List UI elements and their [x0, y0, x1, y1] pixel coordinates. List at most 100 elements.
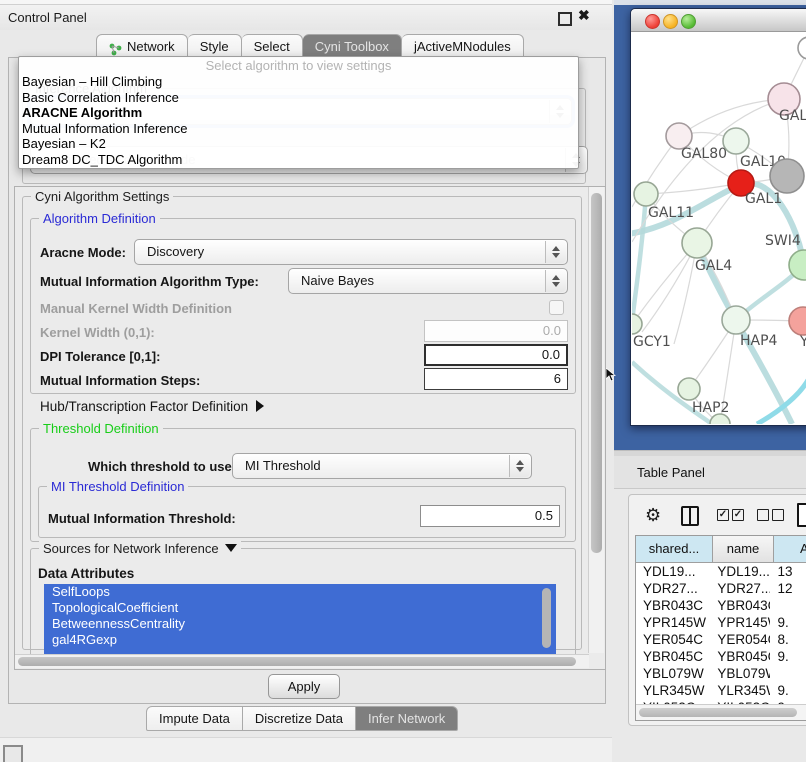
table-row[interactable]: YLR345WYLR345W9.: [636, 682, 806, 699]
node-label: GAL1: [745, 191, 782, 207]
table-row[interactable]: YBR043CYBR043C: [636, 597, 806, 614]
table-cell[interactable]: YBR043C: [710, 597, 770, 614]
tab-discretize-data[interactable]: Discretize Data: [243, 706, 356, 731]
network-window-titlebar[interactable]: [631, 9, 806, 32]
table-cell[interactable]: YDL19...: [636, 563, 710, 580]
settings-vertical-scrollbar[interactable]: [588, 187, 604, 653]
table-cell[interactable]: YLR345W: [710, 682, 770, 699]
settings-horizontal-scrollbar[interactable]: [15, 654, 589, 668]
table-cell[interactable]: 13: [770, 563, 806, 580]
aracne-mode-combo[interactable]: Discovery: [134, 239, 568, 265]
table-cell[interactable]: YER054C: [636, 631, 710, 648]
checked-box-icon[interactable]: ✓: [717, 509, 729, 521]
attribute-list-item[interactable]: gal4RGexp: [44, 632, 556, 648]
network-node[interactable]: [682, 228, 712, 258]
apply-button[interactable]: Apply: [268, 674, 340, 699]
which-threshold-label: Which threshold to use:: [88, 459, 236, 474]
table-cell[interactable]: YLR345W: [636, 682, 710, 699]
column-header-clipped[interactable]: A: [774, 536, 806, 562]
attribute-list-item[interactable]: SelfLoops: [44, 584, 556, 600]
sources-group-title[interactable]: Sources for Network Inference: [39, 541, 241, 556]
table-cell[interactable]: YBR045C: [710, 648, 770, 665]
attribute-list-item[interactable]: TopologicalCoefficient: [44, 600, 556, 616]
scrollbar-thumb[interactable]: [591, 193, 602, 553]
table-row[interactable]: YBL079WYBL079W: [636, 665, 806, 682]
table-row[interactable]: YPR145WYPR145W9.: [636, 614, 806, 631]
window-minimize-button[interactable]: [663, 14, 678, 29]
node-label: HAP4: [740, 333, 778, 349]
network-node[interactable]: [632, 314, 642, 334]
algorithm-option[interactable]: Mutual Information Inference: [19, 121, 578, 137]
document-icon[interactable]: [797, 503, 806, 527]
table-row[interactable]: YER054CYER054C8.: [636, 631, 806, 648]
table-cell[interactable]: 9.: [770, 648, 806, 665]
table-cell[interactable]: YDR27...: [710, 580, 770, 597]
which-threshold-combo[interactable]: MI Threshold: [232, 453, 532, 479]
column-header-name[interactable]: name: [713, 536, 774, 562]
unchecked-box-icon[interactable]: [772, 509, 784, 521]
table-cell[interactable]: YBR045C: [636, 648, 710, 665]
table-body[interactable]: YDL19...YDL19...13YDR27...YDR27...12YBR0…: [636, 563, 806, 705]
mi-steps-field[interactable]: 6: [424, 368, 568, 390]
dpi-tolerance-field[interactable]: 0.0: [424, 344, 568, 366]
tab-infer-network[interactable]: Infer Network: [356, 706, 458, 731]
attribute-list-scrollbar[interactable]: [542, 588, 551, 648]
data-attributes-list[interactable]: SelfLoopsTopologicalCoefficientBetweenne…: [44, 584, 556, 654]
minimized-panel-icon[interactable]: [3, 745, 23, 762]
network-node[interactable]: [722, 306, 750, 334]
table-cell[interactable]: YDR27...: [636, 580, 710, 597]
scrollbar-thumb[interactable]: [18, 657, 576, 666]
split-panes-icon[interactable]: [681, 506, 699, 526]
combo-arrows-icon: [545, 241, 566, 263]
window-zoom-button[interactable]: [681, 14, 696, 29]
table-cell[interactable]: [770, 665, 806, 682]
manual-kernel-checkbox[interactable]: [549, 300, 564, 315]
network-node[interactable]: [798, 37, 806, 59]
table-row[interactable]: YDR27...YDR27...12: [636, 580, 806, 597]
screen: Control Panel ✖ Network Style Select Cyn…: [0, 0, 806, 762]
table-row[interactable]: YDL19...YDL19...13: [636, 563, 806, 580]
algorithm-option[interactable]: Dream8 DC_TDC Algorithm: [19, 152, 578, 168]
network-node[interactable]: [770, 159, 804, 193]
close-icon[interactable]: ✖: [578, 7, 590, 24]
network-node[interactable]: [723, 128, 749, 154]
float-window-icon[interactable]: [558, 12, 572, 26]
algorithm-option[interactable]: Bayesian – K2: [19, 136, 578, 152]
algorithm-option[interactable]: Basic Correlation Inference: [19, 90, 578, 106]
unchecked-box-icon[interactable]: [757, 509, 769, 521]
hub-definition-expander[interactable]: Hub/Transcription Factor Definition: [40, 399, 264, 414]
network-node[interactable]: [789, 307, 806, 335]
table-cell[interactable]: 8.: [770, 631, 806, 648]
table-cell[interactable]: YPR145W: [636, 614, 710, 631]
table-cell[interactable]: 9.: [770, 614, 806, 631]
data-attributes-label: Data Attributes: [38, 566, 134, 581]
window-close-button[interactable]: [645, 14, 660, 29]
network-node[interactable]: [634, 182, 658, 206]
tab-impute-data[interactable]: Impute Data: [146, 706, 243, 731]
table-row[interactable]: YBR045CYBR045C9.: [636, 648, 806, 665]
algorithm-option[interactable]: ARACNE Algorithm: [19, 105, 578, 121]
table-cell[interactable]: [770, 597, 806, 614]
scrollbar-thumb[interactable]: [639, 708, 797, 717]
network-canvas[interactable]: GALGAL80GAL10GAL1GAL11SWI4GAL4GCY1HAP4YH…: [632, 32, 806, 424]
network-nodes[interactable]: GALGAL80GAL10GAL1GAL11SWI4GAL4GCY1HAP4YH…: [632, 37, 806, 424]
table-cell[interactable]: 12: [770, 580, 806, 597]
table-cell[interactable]: YER054C: [710, 631, 770, 648]
checked-box-icon[interactable]: ✓: [732, 509, 744, 521]
table-horizontal-scrollbar[interactable]: [636, 704, 806, 720]
table-cell[interactable]: YPR145W: [710, 614, 770, 631]
mi-threshold-field[interactable]: 0.5: [420, 505, 560, 527]
table-cell[interactable]: YDL19...: [710, 563, 770, 580]
column-header-shared-name[interactable]: shared...: [636, 536, 713, 562]
table-cell[interactable]: YBL079W: [636, 665, 710, 682]
gear-icon[interactable]: ⚙: [645, 506, 661, 524]
attribute-list-item[interactable]: BetweennessCentrality: [44, 616, 556, 632]
table-cell[interactable]: YBL079W: [710, 665, 770, 682]
network-icon: [109, 40, 122, 53]
table-cell[interactable]: 9.: [770, 682, 806, 699]
mi-type-combo[interactable]: Naive Bayes: [288, 268, 568, 294]
table-cell[interactable]: YBR043C: [636, 597, 710, 614]
kernel-width-field[interactable]: 0.0: [424, 320, 568, 342]
network-node[interactable]: [678, 378, 700, 400]
algorithm-option[interactable]: Bayesian – Hill Climbing: [19, 74, 578, 90]
